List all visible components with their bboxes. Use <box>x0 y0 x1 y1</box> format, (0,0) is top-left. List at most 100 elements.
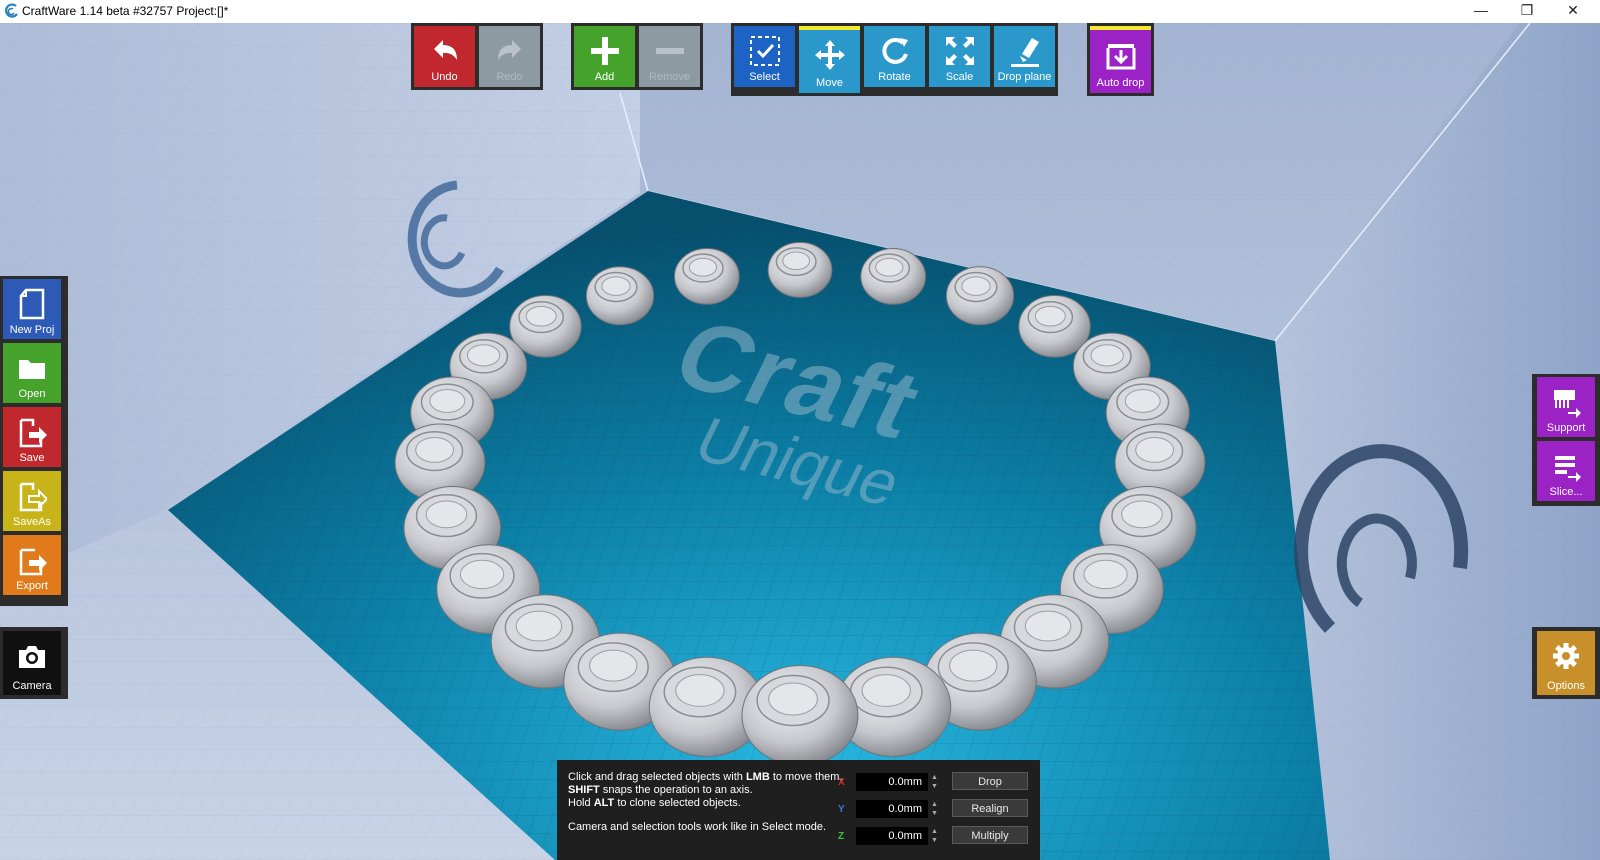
options-panel: Options <box>1532 627 1600 699</box>
hint-text: to move them. <box>769 771 843 783</box>
hint-key-lmb: LMB <box>745 771 770 783</box>
export-icon <box>19 548 47 576</box>
redo-icon <box>497 40 521 60</box>
printed-part[interactable] <box>741 665 859 766</box>
drop-button[interactable]: Drop <box>952 772 1028 790</box>
hint-text: Hold <box>568 797 594 809</box>
y-value-input[interactable]: 0.0mm <box>856 800 928 818</box>
transform-toolbar: Select Move Rotate Scale Drop plane <box>731 23 1058 96</box>
move-icon <box>814 40 845 70</box>
camera-button[interactable]: Camera <box>3 631 61 695</box>
object-toolbar: Add Remove <box>571 23 703 90</box>
save-as-label: SaveAs <box>13 516 51 528</box>
title-bar: CraftWare 1.14 beta #32757 Project:[]* —… <box>0 0 1600 24</box>
move-button[interactable]: Move <box>799 26 860 93</box>
plus-icon <box>590 37 619 65</box>
y-axis-label: Y <box>838 804 845 815</box>
redo-button[interactable]: Redo <box>479 26 540 87</box>
new-project-button[interactable]: New Proj <box>3 279 61 339</box>
save-label: Save <box>19 452 45 464</box>
undo-button[interactable]: Undo <box>414 26 475 87</box>
auto-drop-icon <box>1106 44 1135 70</box>
scale-icon <box>945 37 974 65</box>
z-value-input[interactable]: 0.0mm <box>856 827 928 845</box>
close-button[interactable]: ✕ <box>1550 0 1596 23</box>
hint-text: to clone selected objects. <box>614 797 741 809</box>
rotate-label: Rotate <box>878 71 911 83</box>
export-button[interactable]: Export <box>3 535 61 595</box>
remove-button[interactable]: Remove <box>639 26 700 87</box>
move-tool-panel: Click and drag selected objects with LMB… <box>557 760 1040 860</box>
printed-part[interactable] <box>767 241 833 298</box>
minus-icon <box>655 48 684 54</box>
camera-panel: Camera <box>0 627 68 699</box>
hint-line-2: SHIFT snaps the operation to an axis. <box>568 784 753 797</box>
printed-part[interactable] <box>673 248 740 305</box>
hint-key-alt: ALT <box>593 797 615 809</box>
camera-icon <box>19 646 45 668</box>
realign-button[interactable]: Realign <box>952 799 1028 817</box>
window-title: CraftWare 1.14 beta #32757 Project:[]* <box>22 4 229 18</box>
support-label: Support <box>1546 422 1586 434</box>
select-label: Select <box>749 71 780 83</box>
3d-viewport[interactable]: Craft Unique <box>0 23 1600 860</box>
x-axis-label: X <box>838 777 845 788</box>
hint-line-1: Click and drag selected objects with LMB… <box>568 771 843 784</box>
y-spinner[interactable]: ▲ ▼ <box>930 800 939 818</box>
redo-label: Redo <box>496 71 523 83</box>
folder-icon <box>19 360 45 379</box>
open-button[interactable]: Open <box>3 343 61 403</box>
auto-drop-label: Auto drop <box>1096 77 1145 89</box>
minimize-button[interactable]: — <box>1458 0 1504 23</box>
add-label: Add <box>594 71 615 83</box>
undo-label: Undo <box>431 71 458 83</box>
open-label: Open <box>18 388 46 400</box>
scale-label: Scale <box>945 71 974 83</box>
slice-button[interactable]: Slice... <box>1537 441 1595 501</box>
hint-line-3: Hold ALT to clone selected objects. <box>568 797 741 810</box>
drop-plane-button[interactable]: Drop plane <box>994 26 1055 87</box>
z-axis-label: Z <box>838 831 845 842</box>
multiply-button[interactable]: Multiply <box>952 826 1028 844</box>
select-button[interactable]: Select <box>734 26 795 87</box>
z-spinner[interactable]: ▲ ▼ <box>930 827 939 845</box>
add-button[interactable]: Add <box>574 26 635 87</box>
undo-icon <box>433 40 457 60</box>
new-file-icon <box>19 288 45 320</box>
drop-plane-icon <box>1010 38 1039 67</box>
rotate-icon <box>881 37 908 64</box>
export-label: Export <box>16 580 48 592</box>
slice-label: Slice... <box>1549 486 1583 498</box>
select-icon <box>749 36 780 66</box>
rotate-button[interactable]: Rotate <box>864 26 925 87</box>
hint-text: snaps the operation to an axis. <box>599 784 753 796</box>
save-button[interactable]: Save <box>3 407 61 467</box>
new-project-label: New Proj <box>9 324 55 336</box>
hint-text: Click and drag selected objects with <box>568 771 746 783</box>
x-value-input[interactable]: 0.0mm <box>856 773 928 791</box>
options-label: Options <box>1547 680 1585 692</box>
printed-part[interactable] <box>945 266 1015 326</box>
right-slice-panel: Support Slice... <box>1532 374 1600 506</box>
hint-line-4: Camera and selection tools work like in … <box>568 821 827 833</box>
gear-icon <box>1553 643 1579 669</box>
auto-drop-toolbar: Auto drop <box>1087 23 1154 96</box>
auto-drop-button[interactable]: Auto drop <box>1090 26 1151 93</box>
save-as-button[interactable]: SaveAs <box>3 471 61 531</box>
slice-icon <box>1555 456 1581 482</box>
options-button[interactable]: Options <box>1537 631 1595 695</box>
save-icon <box>19 418 47 448</box>
x-spinner[interactable]: ▲ ▼ <box>930 773 939 791</box>
support-icon <box>1554 390 1581 418</box>
printed-part[interactable] <box>585 266 655 326</box>
history-toolbar: Undo Redo <box>411 23 543 90</box>
support-button[interactable]: Support <box>1537 377 1595 437</box>
camera-label: Camera <box>12 680 52 692</box>
move-label: Move <box>816 77 843 89</box>
restore-button[interactable]: ❐ <box>1504 0 1550 23</box>
left-file-panel: New Proj Open Save SaveAs Export <box>0 276 68 606</box>
remove-label: Remove <box>649 71 690 83</box>
printed-part[interactable] <box>860 248 927 305</box>
scale-button[interactable]: Scale <box>929 26 990 87</box>
save-as-icon <box>19 482 47 512</box>
